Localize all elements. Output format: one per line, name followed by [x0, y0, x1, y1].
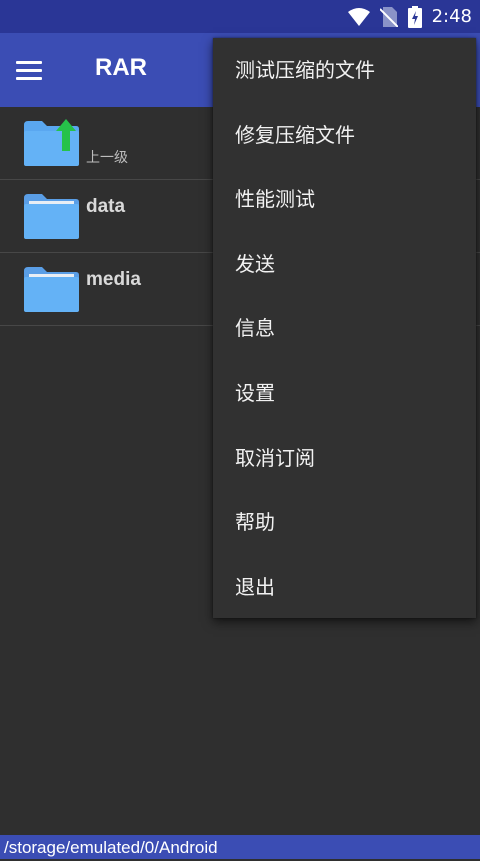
wifi-icon — [347, 7, 370, 26]
menu-item-test-archive[interactable]: 测试压缩的文件 — [213, 38, 476, 103]
file-name: data — [86, 196, 126, 217]
overflow-menu: 测试压缩的文件 修复压缩文件 性能测试 发送 信息 设置 取消订阅 帮助 退出 — [213, 38, 476, 618]
path-bar: /storage/emulated/0/Android — [0, 835, 480, 859]
folder-up-icon — [24, 119, 79, 166]
status-icons: 2:48 — [347, 0, 472, 33]
hamburger-menu-icon[interactable] — [16, 53, 52, 87]
no-sim-icon — [379, 6, 398, 27]
menu-item-send[interactable]: 发送 — [213, 232, 476, 297]
menu-item-info[interactable]: 信息 — [213, 296, 476, 361]
folder-icon — [24, 194, 79, 239]
menu-item-exit[interactable]: 退出 — [213, 555, 476, 620]
parent-folder-label: 上一级 — [86, 150, 128, 166]
menu-item-repair-archive[interactable]: 修复压缩文件 — [213, 103, 476, 168]
menu-item-unsubscribe[interactable]: 取消订阅 — [213, 426, 476, 491]
app-title: RAR — [95, 54, 147, 81]
battery-charging-icon — [407, 5, 422, 28]
menu-item-settings[interactable]: 设置 — [213, 361, 476, 426]
status-time: 2:48 — [431, 6, 472, 27]
file-name: media — [86, 269, 141, 290]
menu-item-benchmark[interactable]: 性能测试 — [213, 167, 476, 232]
status-bar: 2:48 — [0, 0, 480, 33]
menu-item-help[interactable]: 帮助 — [213, 490, 476, 555]
folder-icon — [24, 267, 79, 312]
